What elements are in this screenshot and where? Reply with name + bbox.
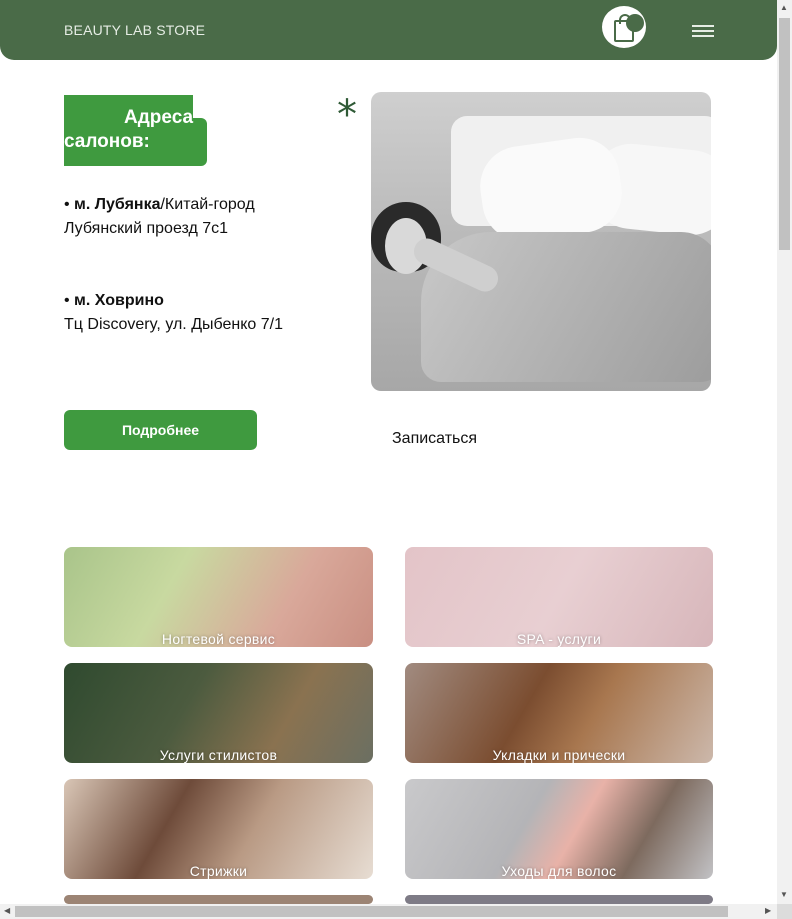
cart-count-badge xyxy=(626,14,644,32)
scrollbar-thumb[interactable] xyxy=(15,906,728,917)
brand-logo[interactable]: BEAUTY LAB STORE xyxy=(64,22,205,38)
book-link[interactable]: Записаться xyxy=(392,430,477,448)
scroll-up-icon[interactable]: ▲ xyxy=(780,3,788,12)
service-card-partial[interactable] xyxy=(405,895,713,904)
more-button[interactable]: Подробнее xyxy=(64,410,257,450)
scroll-left-icon[interactable]: ◀ xyxy=(4,906,10,915)
cart-button[interactable] xyxy=(602,6,646,48)
service-label: Укладки и прически xyxy=(492,747,626,763)
location-lubyanka: • м. Лубянка/Китай-город Лубянский проез… xyxy=(64,193,255,241)
metro-extra: /Китай-город xyxy=(160,196,255,213)
service-card-partial[interactable] xyxy=(64,895,373,904)
service-card-nails[interactable]: Ногтевой сервис xyxy=(64,547,373,647)
bullet: • xyxy=(64,292,75,309)
street-address: Лубянский проезд 7с1 xyxy=(64,220,229,237)
scroll-right-icon[interactable]: ▶ xyxy=(765,906,771,915)
horizontal-scrollbar[interactable]: ◀ ▶ xyxy=(0,904,777,919)
service-label: Стрижки xyxy=(189,863,248,879)
addresses-title: Адреса салонов: xyxy=(64,107,194,152)
metro-name: м. Ховрино xyxy=(74,292,164,309)
scrollbar-corner xyxy=(777,904,792,919)
service-label: Ногтевой сервис xyxy=(161,631,276,647)
metro-name: м. Лубянка xyxy=(74,196,161,213)
service-label: Услуги стилистов xyxy=(159,747,278,763)
street-address: Тц Discovery, ул. Дыбенко 7/1 xyxy=(64,316,284,333)
vertical-scrollbar[interactable]: ▲ ▼ xyxy=(777,0,792,904)
service-label: SPA - услуги xyxy=(516,631,602,647)
hero-photo xyxy=(371,92,711,391)
site-header: BEAUTY LAB STORE xyxy=(0,0,777,60)
location-khovrino: • м. Ховрино Тц Discovery, ул. Дыбенко 7… xyxy=(64,289,283,337)
scroll-down-icon[interactable]: ▼ xyxy=(780,890,788,899)
asterisk-icon: * xyxy=(337,92,357,138)
service-card-spa[interactable]: SPA - услуги xyxy=(405,547,713,647)
service-label: Уходы для волос xyxy=(501,863,617,879)
service-card-stylists[interactable]: Услуги стилистов xyxy=(64,663,373,763)
service-card-haircuts[interactable]: Стрижки xyxy=(64,779,373,879)
scrollbar-thumb[interactable] xyxy=(779,18,790,250)
hamburger-menu-icon[interactable] xyxy=(692,25,714,39)
bullet: • xyxy=(64,196,75,213)
service-card-styling[interactable]: Укладки и прически xyxy=(405,663,713,763)
service-card-hair-care[interactable]: Уходы для волос xyxy=(405,779,713,879)
